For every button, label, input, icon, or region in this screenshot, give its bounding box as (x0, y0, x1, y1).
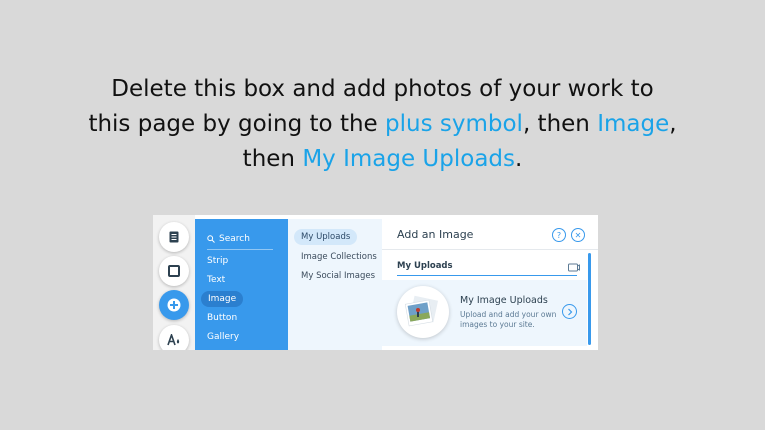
highlight-plus-symbol: plus symbol (385, 111, 523, 137)
header-divider (382, 249, 598, 250)
background-icon (168, 265, 180, 277)
submenu-my-uploads[interactable]: My Uploads (294, 229, 358, 245)
instruction-text: Delete this box and add photos of your w… (0, 72, 765, 177)
instruction-text-part: this page by going to the (88, 111, 386, 137)
theme-button[interactable] (159, 325, 189, 350)
highlight-image: Image (597, 111, 670, 137)
instruction-text-part: , then (522, 111, 598, 137)
category-gallery[interactable]: Gallery (207, 332, 239, 342)
pages-button[interactable] (159, 222, 189, 252)
submenu-my-social-images[interactable]: My Social Images (301, 271, 375, 281)
category-button[interactable]: Button (207, 313, 237, 323)
add-button[interactable] (159, 290, 189, 320)
instruction-text-part: then (242, 146, 303, 172)
category-search[interactable]: Search (207, 229, 273, 250)
instruction-line-1: Delete this box and add photos of your w… (111, 76, 654, 102)
close-button[interactable]: ✕ (571, 228, 585, 242)
card-title: My Image Uploads (460, 295, 548, 306)
chevron-right-icon (567, 308, 572, 315)
instruction-text-part: . (515, 146, 523, 172)
help-button[interactable]: ? (552, 228, 566, 242)
upload-media-icon[interactable] (568, 262, 580, 272)
instruction-line-2: this page by going to the plus symbol, t… (0, 107, 765, 142)
tool-rail (153, 215, 195, 350)
section-title: My Uploads (397, 261, 453, 271)
section-underline (397, 275, 577, 276)
theme-icon (167, 334, 180, 346)
submenu-image-collections[interactable]: Image Collections (301, 252, 377, 262)
search-icon (207, 235, 215, 243)
category-image[interactable]: Image (201, 291, 244, 307)
instruction-text-part: , (669, 111, 677, 137)
category-strip[interactable]: Strip (207, 256, 228, 266)
close-icon: ✕ (574, 230, 582, 240)
editor-screenshot: Search Strip Text Image Button Gallery M… (153, 215, 598, 350)
category-text[interactable]: Text (207, 275, 225, 285)
search-label: Search (219, 234, 250, 244)
highlight-my-image-uploads: My Image Uploads (302, 146, 515, 172)
background-button[interactable] (159, 256, 189, 286)
my-image-uploads-card[interactable]: My Image Uploads Upload and add your own… (382, 280, 587, 346)
add-panel-categories: Search Strip Text Image Button Gallery (195, 219, 288, 350)
help-icon: ? (556, 230, 562, 240)
pages-icon (169, 231, 179, 243)
instruction-line-3: then My Image Uploads. (0, 142, 765, 177)
photos-illustration-icon (404, 295, 439, 327)
add-image-panel: Add an Image ? ✕ My Uploads My Image Upl… (382, 219, 598, 350)
panel-scrollbar[interactable] (588, 253, 591, 345)
panel-title: Add an Image (397, 228, 474, 241)
card-description: Upload and add your own images to your s… (460, 310, 557, 329)
add-icon (167, 298, 181, 312)
image-submenu: My Uploads Image Collections My Social I… (288, 219, 382, 350)
uploads-thumbnail (397, 286, 449, 338)
open-uploads-button[interactable] (562, 304, 577, 319)
